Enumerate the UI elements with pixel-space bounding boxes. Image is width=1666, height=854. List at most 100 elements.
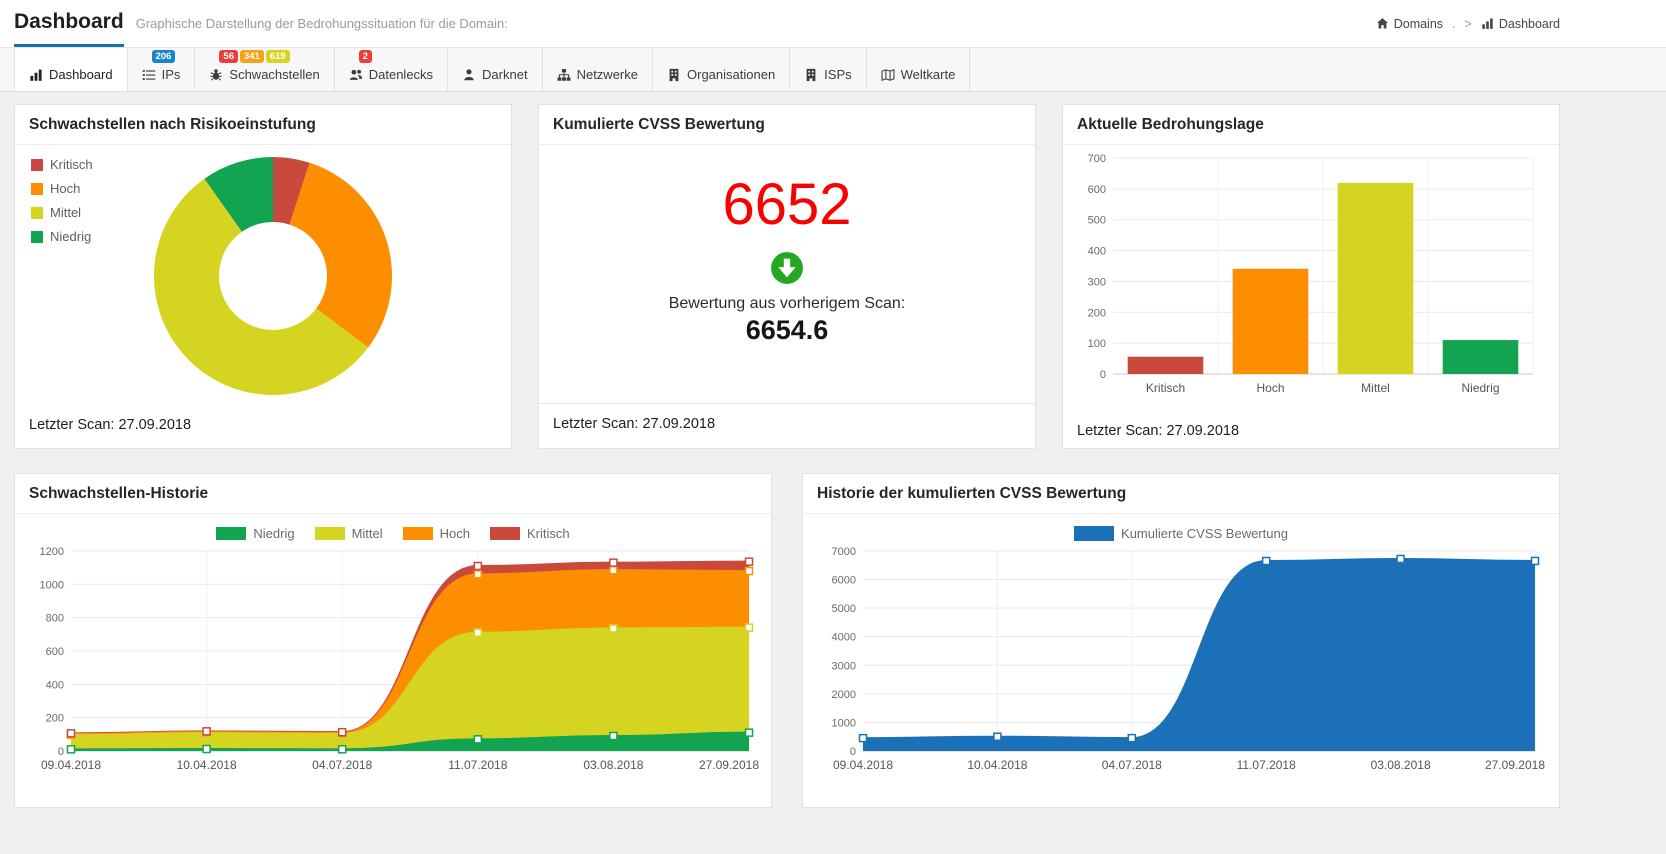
svg-text:09.04.2018: 09.04.2018 <box>41 758 101 772</box>
count-badge: 619 <box>265 50 290 63</box>
tab-badges: 206 <box>151 50 176 63</box>
data-point-marker <box>1396 554 1405 564</box>
bar-hoch <box>1232 268 1309 374</box>
legend-label: Niedrig <box>253 526 295 541</box>
legend-swatch <box>31 230 43 243</box>
card-title-threat: Aktuelle Bedrohungslage <box>1063 105 1559 145</box>
legend-label: Hoch <box>439 526 470 541</box>
svg-text:27.09.2018: 27.09.2018 <box>1485 758 1545 772</box>
data-point-marker <box>858 733 868 743</box>
svg-text:700: 700 <box>1088 153 1106 165</box>
svg-text:Mittel: Mittel <box>1361 381 1390 395</box>
svg-text:200: 200 <box>46 713 64 725</box>
svg-text:0: 0 <box>58 746 64 758</box>
last-scan-risk: Letzter Scan: 27.09.2018 <box>29 417 192 433</box>
tab-label: Netzwerke <box>576 67 638 82</box>
legend-label: Kritisch <box>526 526 570 541</box>
arrow-circle-down-icon <box>770 251 804 285</box>
tab-netzwerke[interactable]: Netzwerke <box>543 48 653 91</box>
tab-label: Datenlecks <box>368 67 434 82</box>
legend-label: Kumulierte CVSS Bewertung <box>1121 526 1288 541</box>
svg-text:1000: 1000 <box>40 579 64 591</box>
tab-label: Dashboard <box>49 67 113 82</box>
svg-text:03.08.2018: 03.08.2018 <box>1371 758 1431 772</box>
card-threat-level: Aktuelle Bedrohungslage 0 100 200 300 400 500… <box>1062 104 1560 449</box>
data-point-marker <box>473 561 483 571</box>
legend-label: Niedrig <box>50 229 92 244</box>
data-point-marker <box>744 557 754 566</box>
svg-text:11.07.2018: 11.07.2018 <box>1237 758 1296 772</box>
risk-donut-legend: Kritisch Hoch Mittel Niedrig <box>31 157 93 244</box>
card-risk-distribution: Schwachstellen nach Risikoeinstufung Kri… <box>14 104 512 449</box>
legend-item-kritisch: Kritisch <box>31 157 93 172</box>
data-point-marker <box>609 624 618 633</box>
users-icon <box>349 68 363 82</box>
svg-text:Niedrig: Niedrig <box>1461 381 1499 395</box>
legend-swatch <box>314 527 345 540</box>
svg-text:500: 500 <box>1088 215 1106 227</box>
tab-label: IPs <box>161 67 181 82</box>
data-point-marker <box>1261 556 1271 566</box>
page-header: Dashboard Graphische Darstellung der Bed… <box>0 0 1666 48</box>
cvss-history-legend: Kumulierte CVSS Bewertung <box>803 514 1559 543</box>
legend-label: Mittel <box>50 205 82 220</box>
bar-niedrig <box>1442 340 1519 374</box>
data-point-marker <box>337 727 347 737</box>
tab-badges: 56 341 619 <box>219 50 290 63</box>
svg-text:6000: 6000 <box>832 575 856 587</box>
vuln-history-chart: 0 200 400 600 800 1000 1200 09.04.2018 10.04.201… <box>15 543 771 788</box>
count-badge: 341 <box>239 50 264 63</box>
legend-swatch <box>31 206 43 219</box>
previous-scan-value: 6654.6 <box>745 314 829 345</box>
legend-item-mittel: Mittel <box>314 526 383 541</box>
data-point-marker <box>202 727 211 736</box>
tab-isps[interactable]: ISPs <box>790 48 867 91</box>
svg-text:3000: 3000 <box>832 660 856 672</box>
cvss-score-body: 6652 Bewertung aus vorherigem Scan: 6654… <box>539 145 1035 346</box>
bug-icon <box>209 68 223 82</box>
breadcrumb-domains-label: Domains <box>1393 16 1444 31</box>
data-point-marker <box>473 570 483 579</box>
svg-text:400: 400 <box>1088 246 1106 258</box>
legend-swatch <box>31 158 43 171</box>
tab-label: Schwachstellen <box>229 67 320 82</box>
svg-text:10.04.2018: 10.04.2018 <box>967 758 1027 772</box>
tab-dashboard[interactable]: Dashboard <box>14 48 128 91</box>
tab-schwachstellen[interactable]: 56 341 619 Schwachstellen <box>195 48 335 91</box>
svg-text:04.07.2018: 04.07.2018 <box>1102 758 1162 772</box>
cvss-history-chart: 0 1000 2000 3000 4000 5000 6000 7000 09.04.2018 1… <box>803 543 1559 788</box>
data-point-marker <box>202 744 211 754</box>
tab-datenlecks[interactable]: 2 Datenlecks <box>335 48 449 91</box>
tab-weltkarte[interactable]: Weltkarte <box>867 48 971 91</box>
tab-label: ISPs <box>824 67 852 82</box>
data-point-marker <box>609 558 618 567</box>
bar-kritisch <box>1127 356 1204 374</box>
map-icon <box>881 68 895 82</box>
tab-ips[interactable]: 206 IPs <box>128 48 196 91</box>
legend-item-niedrig: Niedrig <box>31 229 93 244</box>
breadcrumb-domains[interactable]: Domains <box>1376 17 1443 31</box>
svg-text:600: 600 <box>46 646 64 658</box>
user-icon <box>462 68 476 82</box>
list-icon <box>142 68 156 82</box>
svg-text:03.08.2018: 03.08.2018 <box>583 758 643 772</box>
legend-swatch <box>31 182 43 195</box>
data-point-marker <box>66 745 76 754</box>
vuln-history-legend: Niedrig Mittel Hoch Kritisch <box>15 514 771 543</box>
legend-swatch <box>216 527 247 540</box>
data-point-marker <box>993 732 1002 741</box>
tab-organisationen[interactable]: Organisationen <box>653 48 791 91</box>
svg-text:7000: 7000 <box>832 546 856 558</box>
page-title: Dashboard <box>14 0 124 47</box>
svg-text:11.07.2018: 11.07.2018 <box>448 758 507 772</box>
legend-item-mittel: Mittel <box>31 205 93 220</box>
bar-mittel <box>1337 182 1414 374</box>
svg-text:0: 0 <box>850 746 856 758</box>
tab-darknet[interactable]: Darknet <box>448 48 543 91</box>
building-icon <box>667 68 681 82</box>
breadcrumb-dashboard[interactable]: Dashboard <box>1481 17 1560 31</box>
page-subtitle: Graphische Darstellung der Bedrohungssit… <box>135 16 508 31</box>
legend-swatch <box>402 527 433 540</box>
svg-text:5000: 5000 <box>832 603 856 615</box>
top-row: Schwachstellen nach Risikoeinstufung Kri… <box>14 104 1560 449</box>
